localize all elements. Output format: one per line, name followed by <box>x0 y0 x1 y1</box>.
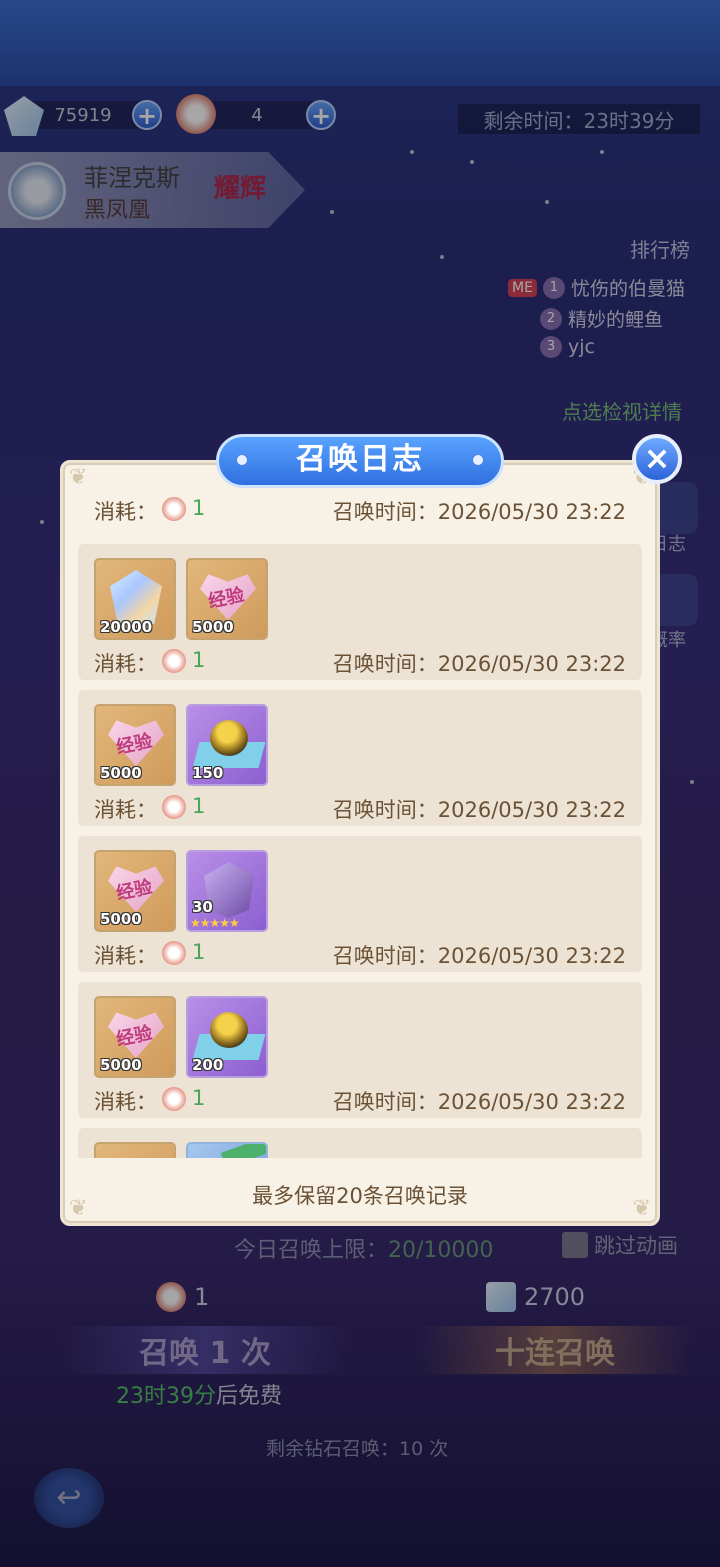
summon-time: 召唤时间：2026/05/30 23:22 <box>332 652 626 676</box>
cost-value: 1 <box>192 648 206 672</box>
summon-time: 召唤时间：2026/05/30 23:22 <box>332 500 626 524</box>
cost-label: 消耗： <box>94 1090 157 1114</box>
log-entry: 经验 5000 200 消耗： 1 召唤时间：2026/05/30 23:22 <box>78 982 642 1118</box>
cost-label: 消耗： <box>94 798 157 822</box>
title-ornament <box>237 455 247 465</box>
cost-label: 消耗： <box>94 500 157 524</box>
golden-egg-icon <box>210 1012 248 1048</box>
log-entry-meta: 消耗： 1 召唤时间：2026/05/30 23:22 <box>94 794 626 822</box>
diamond-icon <box>110 570 162 624</box>
cost-value: 1 <box>192 1086 206 1110</box>
reward-egg[interactable]: 200 <box>186 996 268 1078</box>
cost-label: 消耗： <box>94 944 157 968</box>
reward-exp[interactable]: 经验 5000 <box>94 996 176 1078</box>
close-icon[interactable]: × <box>632 434 682 484</box>
reward-qty: 20000 <box>100 618 153 636</box>
reward-item[interactable] <box>94 1142 176 1158</box>
cost-value: 1 <box>192 940 206 964</box>
reward-egg[interactable]: 150 <box>186 704 268 786</box>
log-entry-meta: 消耗： 1 召唤时间：2026/05/30 23:22 <box>94 1086 626 1114</box>
modal-title: 召唤日志 <box>216 434 504 488</box>
reward-qty: 5000 <box>192 618 234 636</box>
summon-log-list[interactable]: 消耗： 1 召唤时间：2026/05/30 23:22 20000 经验 500… <box>78 490 642 1158</box>
reward-diamond[interactable]: 20000 <box>94 558 176 640</box>
reward-qty: 5000 <box>100 764 142 782</box>
log-entry-meta: 消耗： 1 召唤时间：2026/05/30 23:22 <box>94 940 626 968</box>
reward-qty: 200 <box>192 1056 224 1074</box>
reward-exp[interactable]: 经验 5000 <box>186 558 268 640</box>
log-retention-note: 最多保留20条召唤记录 <box>252 1184 468 1208</box>
corner-ornament: ❦ <box>69 465 88 490</box>
reward-qty: 30 <box>192 898 213 916</box>
reward-exp[interactable]: 经验 5000 <box>94 704 176 786</box>
time-limited-tag-icon <box>220 1144 266 1158</box>
summon-bird-icon <box>162 1087 186 1111</box>
log-entry: 经验 5000 30 ★★★★★ 消耗： 1 召唤时间：2026/05/30 2… <box>78 836 642 972</box>
summon-time: 召唤时间：2026/05/30 23:22 <box>332 944 626 968</box>
title-ornament <box>473 455 483 465</box>
cost-value: 1 <box>192 496 206 520</box>
reward-qty: 5000 <box>100 1056 142 1074</box>
modal-title-text: 召唤日志 <box>296 442 424 477</box>
golden-egg-icon <box>210 720 248 756</box>
reward-qty: 150 <box>192 764 224 782</box>
reward-exp[interactable]: 经验 5000 <box>94 850 176 932</box>
reward-item[interactable] <box>186 1142 268 1158</box>
reward-qty: 5000 <box>100 910 142 928</box>
cost-value: 1 <box>192 794 206 818</box>
star-rating-icon: ★★★★★ <box>190 916 240 930</box>
log-entry-meta: 消耗： 1 召唤时间：2026/05/30 23:22 <box>94 648 626 676</box>
log-entry: 经验 5000 150 消耗： 1 召唤时间：2026/05/30 23:22 <box>78 690 642 826</box>
summon-bird-icon <box>162 649 186 673</box>
log-entry: 20000 经验 5000 消耗： 1 召唤时间：2026/05/30 23:2… <box>78 544 642 680</box>
log-entry-meta: 消耗： 1 召唤时间：2026/05/30 23:22 <box>94 496 626 524</box>
summon-bird-icon <box>162 497 186 521</box>
cost-label: 消耗： <box>94 652 157 676</box>
reward-gem[interactable]: 30 ★★★★★ <box>186 850 268 932</box>
log-entry <box>78 1128 642 1158</box>
summon-time: 召唤时间：2026/05/30 23:22 <box>332 1090 626 1114</box>
summon-time: 召唤时间：2026/05/30 23:22 <box>332 798 626 822</box>
summon-bird-icon <box>162 795 186 819</box>
summon-bird-icon <box>162 941 186 965</box>
